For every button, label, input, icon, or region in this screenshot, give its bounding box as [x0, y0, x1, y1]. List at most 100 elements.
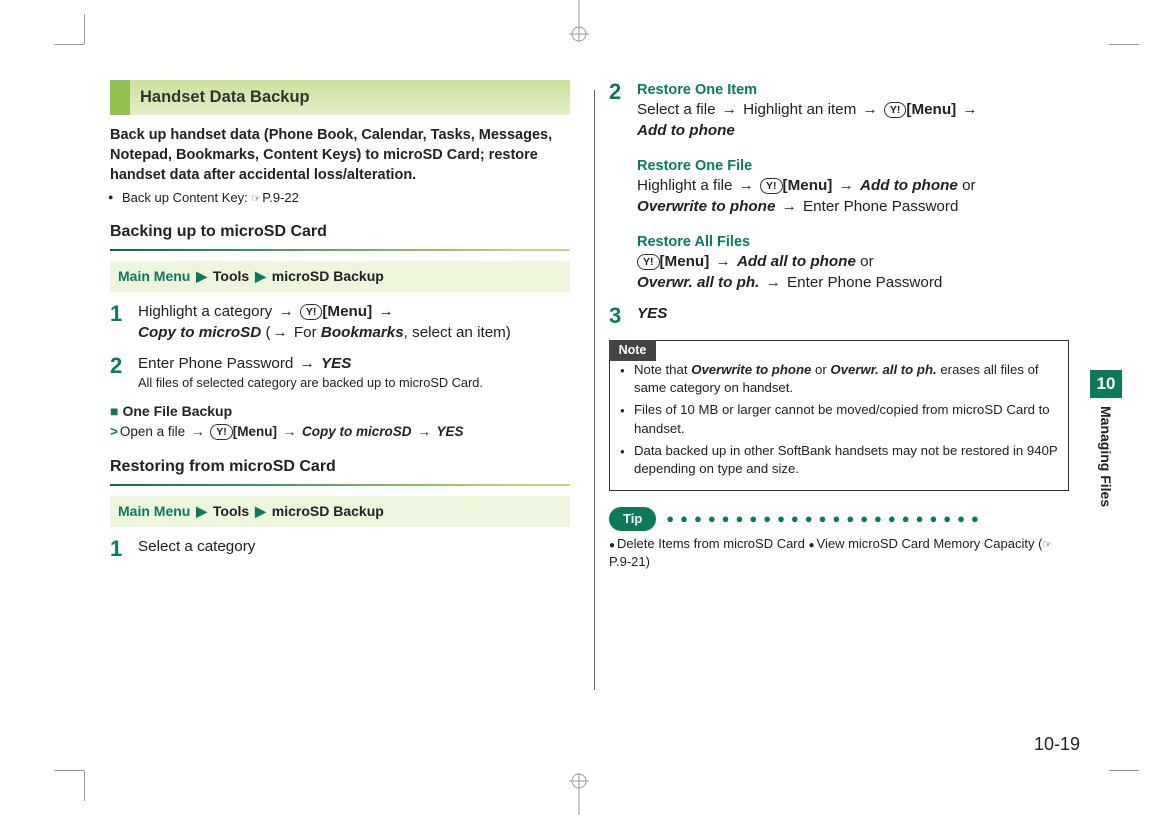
menu-path-arrow-icon: ▶ — [255, 503, 266, 519]
menu-key-icon: Y! — [210, 424, 233, 440]
bullet-icon — [808, 536, 816, 551]
command-add-all-to-phone: Add all to phone — [737, 253, 856, 270]
menu-path-root: Main Menu — [118, 268, 190, 284]
arrow-icon — [839, 177, 854, 194]
registration-mark-top — [567, 0, 591, 42]
arrow-icon — [191, 424, 205, 439]
step-text: Enter Phone Password — [799, 198, 959, 215]
section-heading: Handset Data Backup — [110, 80, 570, 115]
menu-label: [Menu] — [660, 253, 710, 270]
bullet-icon — [609, 536, 617, 551]
one-file-backup-steps: >Open a file Y![Menu] Copy to microSD YE… — [110, 423, 570, 442]
divider — [110, 484, 570, 486]
tip-label: Tip — [609, 507, 656, 531]
step-3: 3 YES — [609, 304, 1069, 328]
step-1: 1 Select a category — [110, 537, 570, 561]
left-column: Handset Data Backup Back up handset data… — [110, 70, 576, 730]
step-body: Highlight a category Y![Menu] Copy to mi… — [138, 302, 570, 344]
tip-body: Delete Items from microSD Card View micr… — [609, 535, 1069, 571]
menu-path: Main Menu ▶ Tools ▶ microSD Backup — [110, 261, 570, 292]
arrow-icon — [766, 274, 781, 291]
note-item: Note that Overwrite to phone or Overwr. … — [620, 361, 1058, 397]
menu-path: Main Menu ▶ Tools ▶ microSD Backup — [110, 496, 570, 527]
note-label: Note — [609, 340, 657, 361]
note-item: Data backed up in other SoftBank handset… — [620, 442, 1058, 478]
subheading-restoring: Restoring from microSD Card — [110, 456, 570, 478]
arrow-icon — [739, 177, 754, 194]
crop-mark — [54, 44, 84, 45]
step-text: For — [290, 324, 321, 341]
page-ref-icon — [251, 189, 262, 207]
restore-all-files-label: Restore All Files — [637, 232, 1069, 252]
step-number: 1 — [110, 302, 138, 344]
intro-bullet-ref: P.9-22 — [262, 190, 299, 205]
arrow-icon — [417, 424, 431, 439]
crop-mark — [1109, 44, 1139, 45]
restore-one-item-steps: Select a file Highlight an item Y![Menu]… — [637, 100, 1069, 142]
tip-header: Tip ●●●●●●●●●●●●●●●●●●●●●●● — [609, 507, 1069, 531]
chapter-number: 10 — [1090, 370, 1122, 398]
step-1: 1 Highlight a category Y![Menu] Copy to … — [110, 302, 570, 344]
tip-text: View microSD Card Memory Capacity ( — [817, 536, 1043, 551]
step-number: 2 — [609, 80, 637, 294]
intro-paragraph: Back up handset data (Phone Book, Calend… — [110, 125, 570, 185]
tip-text: ) — [646, 554, 650, 569]
crop-mark — [84, 14, 85, 44]
menu-key-icon: Y! — [300, 304, 323, 320]
note-text: Note that — [634, 362, 691, 377]
command-copy-to-microsd: Copy to microSD — [302, 424, 412, 439]
registration-mark-bottom — [567, 773, 591, 815]
restore-one-file-steps: Highlight a file Y![Menu] Add to phone o… — [637, 176, 1069, 218]
step-text: Select a file — [637, 101, 720, 118]
page-ref-icon — [1042, 535, 1053, 553]
divider — [110, 249, 570, 251]
page-content: 10 Managing Files Handset Data Backup Ba… — [110, 70, 1080, 755]
menu-label: [Menu] — [906, 101, 956, 118]
arrow-icon — [962, 101, 977, 118]
menu-key-icon: Y! — [760, 178, 783, 194]
page-number: 10-19 — [1034, 734, 1080, 755]
chevron-icon: > — [110, 424, 118, 439]
or-text: or — [958, 177, 976, 194]
step-body: Enter Phone Password YES All files of se… — [138, 354, 570, 392]
menu-label: [Menu] — [233, 424, 277, 439]
tip-text: Delete Items from microSD Card — [617, 536, 808, 551]
crop-mark — [84, 771, 85, 801]
arrow-icon — [378, 303, 393, 320]
arrow-icon — [782, 198, 797, 215]
arrow-icon — [722, 101, 737, 118]
step-text: Enter Phone Password — [783, 274, 943, 291]
step-2: 2 Restore One Item Select a file Highlig… — [609, 80, 1069, 294]
step-number: 2 — [110, 354, 138, 392]
heading-text: One File Backup — [122, 403, 232, 419]
restore-one-item-label: Restore One Item — [637, 80, 1069, 100]
note-text: or — [811, 362, 830, 377]
step-number: 1 — [110, 537, 138, 561]
crop-mark — [1109, 770, 1139, 771]
or-text: or — [856, 253, 874, 270]
step-text: Enter Phone Password — [138, 355, 298, 372]
command-yes: YES — [437, 424, 464, 439]
step-body: Restore One Item Select a file Highlight… — [637, 80, 1069, 294]
menu-path-item: Tools — [213, 503, 249, 519]
square-bullet-icon: ■ — [110, 403, 118, 419]
step-note: All files of selected category are backe… — [138, 375, 570, 392]
intro-bullet: Back up Content Key: P.9-22 — [110, 189, 570, 207]
step-number: 3 — [609, 304, 637, 328]
arrow-icon — [716, 253, 731, 270]
step-text: Highlight an item — [739, 101, 861, 118]
tip-ref: P.9-21 — [609, 554, 646, 569]
menu-key-icon: Y! — [884, 102, 907, 118]
command-yes: YES — [321, 355, 351, 372]
menu-key-icon: Y! — [637, 254, 660, 270]
step-2: 2 Enter Phone Password YES All files of … — [110, 354, 570, 392]
command-add-to-phone: Add to phone — [637, 122, 735, 139]
command-copy-to-microsd: Copy to microSD — [138, 324, 261, 341]
step-text: ( — [265, 324, 270, 341]
chapter-title: Managing Files — [1098, 406, 1114, 507]
arrow-icon — [273, 324, 288, 341]
command-bookmarks: Bookmarks — [321, 324, 404, 341]
arrow-icon — [862, 101, 877, 118]
command-overwrite-all-to-phone: Overwr. all to ph. — [637, 274, 759, 291]
command-add-to-phone: Add to phone — [860, 177, 958, 194]
